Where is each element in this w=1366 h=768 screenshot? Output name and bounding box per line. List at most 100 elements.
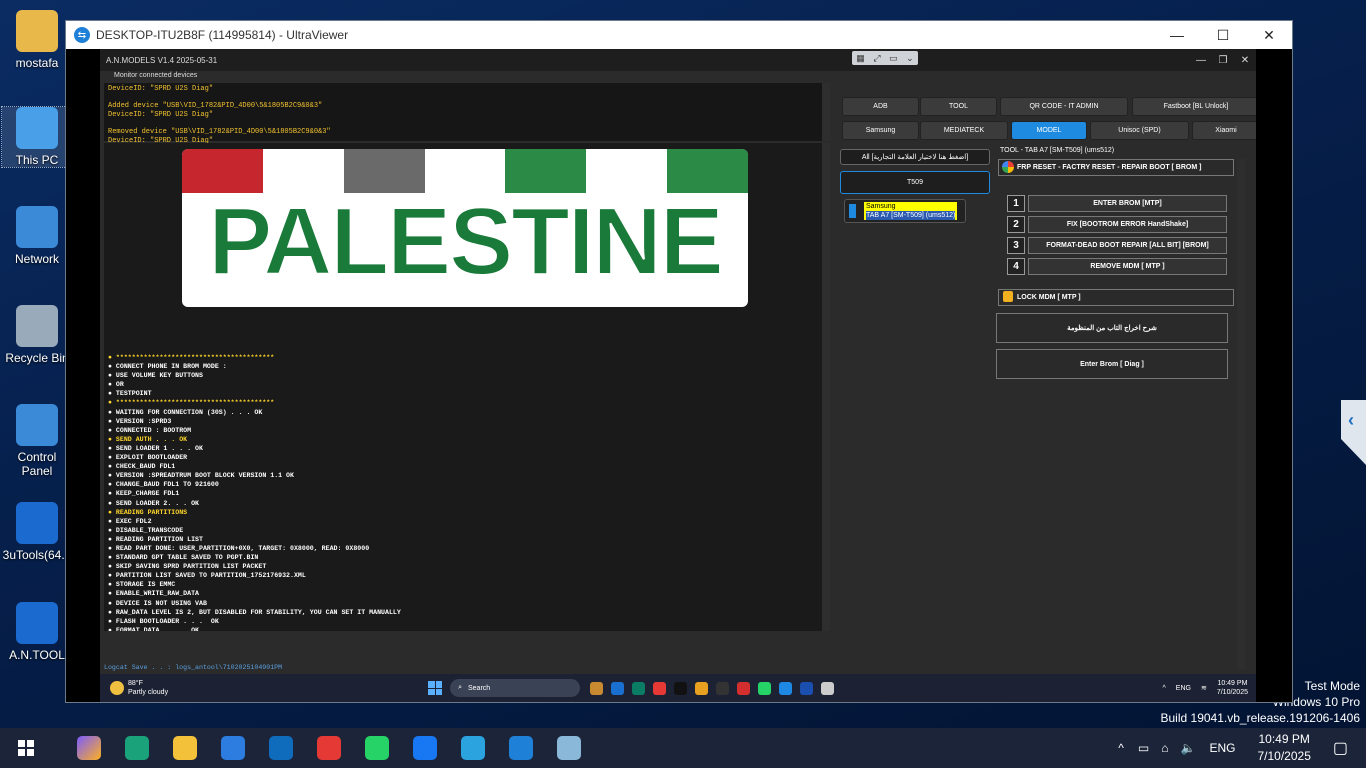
remote-screen[interactable]: A.N.MODELS V1.4 2025-05-31 — ❐ ✕ ▦ ⤢ ▭ ⌄ Mo…: [100, 49, 1256, 702]
tab-xiaomi[interactable]: Xiaomi: [1192, 121, 1256, 140]
action-button-2[interactable]: FIX [BOOTROM ERROR HandShake]: [1028, 216, 1227, 233]
remote-app-icon[interactable]: [716, 681, 730, 695]
remote-app-icon[interactable]: [611, 681, 625, 695]
outlook-icon[interactable]: [264, 731, 298, 765]
remote-clock[interactable]: 10:49 PM 7/10/2025: [1217, 679, 1248, 697]
desktop: mostafa This PC Network Recycle Bin Control …: [0, 0, 1366, 728]
desktop-icon[interactable]: mostafa: [2, 10, 72, 70]
tab-adb[interactable]: ADB: [842, 97, 919, 116]
chevron-up-icon[interactable]: ^: [1118, 741, 1124, 755]
lock-mdm-button[interactable]: LOCK MDM [ MTP ]: [998, 289, 1234, 306]
maximize-button[interactable]: ☐: [1200, 21, 1246, 49]
monitor-icon[interactable]: ▭: [889, 53, 898, 64]
action-button-1[interactable]: ENTER BROM [MTP]: [1028, 195, 1227, 212]
logcat-save-path: Logcat Save . . : logs_antool\7102025104…: [104, 664, 283, 671]
chevron-down-icon[interactable]: ⌄: [906, 53, 914, 64]
app-close-button[interactable]: ✕: [1234, 55, 1256, 66]
right-scrollbar[interactable]: [1237, 159, 1245, 669]
desktop-icon[interactable]: 3uTools(64...: [2, 502, 72, 562]
start-button[interactable]: [428, 681, 443, 695]
arabic-guide-button[interactable]: شرح اخراج التاب من المنظومة: [996, 313, 1228, 343]
action-number: 2: [1007, 216, 1025, 233]
desktop-icon[interactable]: A.N.TOOL: [2, 602, 72, 662]
desktop-icon[interactable]: This PC: [1, 106, 73, 168]
chrome-icon-glyph: [317, 736, 341, 760]
clock[interactable]: 10:49 PM 7/10/2025: [1257, 731, 1310, 765]
desktop-icon-label: This PC: [15, 153, 59, 167]
log-line: ● DISABLE_TRANSCODE: [108, 526, 184, 534]
notepad-icon[interactable]: [552, 731, 586, 765]
copilot-icon[interactable]: [72, 731, 106, 765]
edge-icon[interactable]: [120, 731, 154, 765]
model-list-item[interactable]: Samsung TAB A7 [SM-T509] (ums512): [844, 199, 966, 223]
remote-app-icon[interactable]: [737, 681, 751, 695]
volume-icon[interactable]: 🔈: [1181, 741, 1196, 755]
desktop-icon[interactable]: Network: [2, 206, 72, 266]
remote-app-icon[interactable]: [653, 681, 667, 695]
action-button-3[interactable]: FORMAT-DEAD BOOT REPAIR [ALL BIT] [BROM]: [1028, 237, 1227, 254]
tab-samsung[interactable]: Samsung: [842, 121, 919, 140]
telegram-icon[interactable]: [456, 731, 490, 765]
remote-app-icon[interactable]: [758, 681, 772, 695]
enter-brom-diag-button[interactable]: Enter Brom [ Diag ]: [996, 349, 1228, 379]
grid-icon[interactable]: ▦: [856, 53, 865, 64]
remote-search-box[interactable]: ⌕ Search: [450, 679, 581, 697]
language-indicator[interactable]: ENG: [1209, 741, 1235, 755]
model-search-input[interactable]: T509: [840, 171, 990, 194]
remote-taskbar: 88°F Partly cloudy ⌕ Search ^ ENG ≋ 10:49…: [100, 674, 1256, 702]
remote-app-icon[interactable]: [695, 681, 709, 695]
file-explorer-icon[interactable]: [168, 731, 202, 765]
desktop-icon[interactable]: Recycle Bin: [2, 305, 72, 365]
search-icon: ⌕: [458, 684, 462, 691]
tab-model[interactable]: MODEL: [1011, 121, 1087, 140]
viewer-toolbar[interactable]: ▦ ⤢ ▭ ⌄: [852, 51, 918, 65]
tab-fastboot-bl-unlock-[interactable]: Fastboot [BL Unlock]: [1132, 97, 1256, 116]
fullscreen-icon[interactable]: ⤢: [873, 53, 880, 64]
facebook-icon[interactable]: [408, 731, 442, 765]
action-button-4[interactable]: REMOVE MDM [ MTP ]: [1028, 258, 1227, 275]
antool-app: A.N.MODELS V1.4 2025-05-31 — ❐ ✕ ▦ ⤢ ▭ ⌄ Mo…: [100, 49, 1256, 691]
notification-icon[interactable]: ▢: [1333, 738, 1348, 758]
device-log-scrollbar[interactable]: [822, 83, 830, 141]
uv-title: DESKTOP-ITU2B8F (114995814) - UltraViewe…: [96, 28, 349, 42]
remote-wifi-icon[interactable]: ≋: [1201, 684, 1207, 692]
edge-icon-glyph: [125, 736, 149, 760]
ultraviewer-icon[interactable]: [504, 731, 538, 765]
tab-unisoc-spd-[interactable]: Unisoc (SPD): [1090, 121, 1189, 140]
remote-app-icon[interactable]: [821, 681, 835, 695]
weather-temp: 88°F: [128, 680, 143, 687]
remote-app-icon[interactable]: [779, 681, 793, 695]
main-log-scrollbar[interactable]: [822, 143, 830, 631]
log-line: ● PARTITION LIST SAVED TO PARTITION_1752…: [108, 572, 306, 580]
log-line: ● RAW_DATA LEVEL IS 2, BUT DISABLED FOR …: [108, 608, 401, 616]
remote-chevron-up-icon[interactable]: ^: [1163, 685, 1166, 692]
remote-app-icon[interactable]: [674, 681, 688, 695]
app-minimize-button[interactable]: —: [1190, 55, 1212, 66]
control-panel-icon: [16, 404, 58, 446]
tab-tool[interactable]: TOOL: [920, 97, 997, 116]
app-restore-button[interactable]: ❐: [1212, 55, 1234, 66]
chrome-icon[interactable]: [312, 731, 346, 765]
tab-mediateck[interactable]: MEDIATECK: [920, 121, 1008, 140]
log-line: ● STANDARD GPT TABLE SAVED TO PGPT.BIN: [108, 554, 259, 562]
whatsapp-icon[interactable]: [360, 731, 394, 765]
store-icon[interactable]: [216, 731, 250, 765]
remote-lang[interactable]: ENG: [1176, 685, 1191, 692]
minimize-button[interactable]: —: [1154, 21, 1200, 49]
close-button[interactable]: ✕: [1246, 21, 1292, 49]
battery-icon[interactable]: ▭: [1138, 741, 1149, 755]
frp-section-header: FRP RESET - FACTRY RESET - REPAIR BOOT […: [998, 159, 1234, 176]
windows-start-button[interactable]: [14, 731, 38, 765]
brand-dropdown[interactable]: All [اضغط هنا لاختيار العلامة التجارية]: [840, 149, 990, 165]
tab-qr-code-it-admin[interactable]: QR CODE - IT ADMIN: [1000, 97, 1128, 116]
network-icon[interactable]: ⌂: [1161, 741, 1168, 755]
remote-app-icon[interactable]: [590, 681, 604, 695]
desktop-icon[interactable]: Control Panel: [2, 404, 72, 478]
log-line: ● FLASH BOOTLOADER . . . OK: [108, 617, 219, 625]
remote-app-icon[interactable]: [632, 681, 646, 695]
remote-app-icon[interactable]: [800, 681, 814, 695]
log-line: ● ENABLE_WRITE_RAW_DATA: [108, 590, 200, 598]
banner-text: PALESTINE: [207, 187, 725, 296]
log-line: ● DEVICE IS NOT USING VAB: [108, 599, 207, 607]
outlook-icon-glyph: [269, 736, 293, 760]
